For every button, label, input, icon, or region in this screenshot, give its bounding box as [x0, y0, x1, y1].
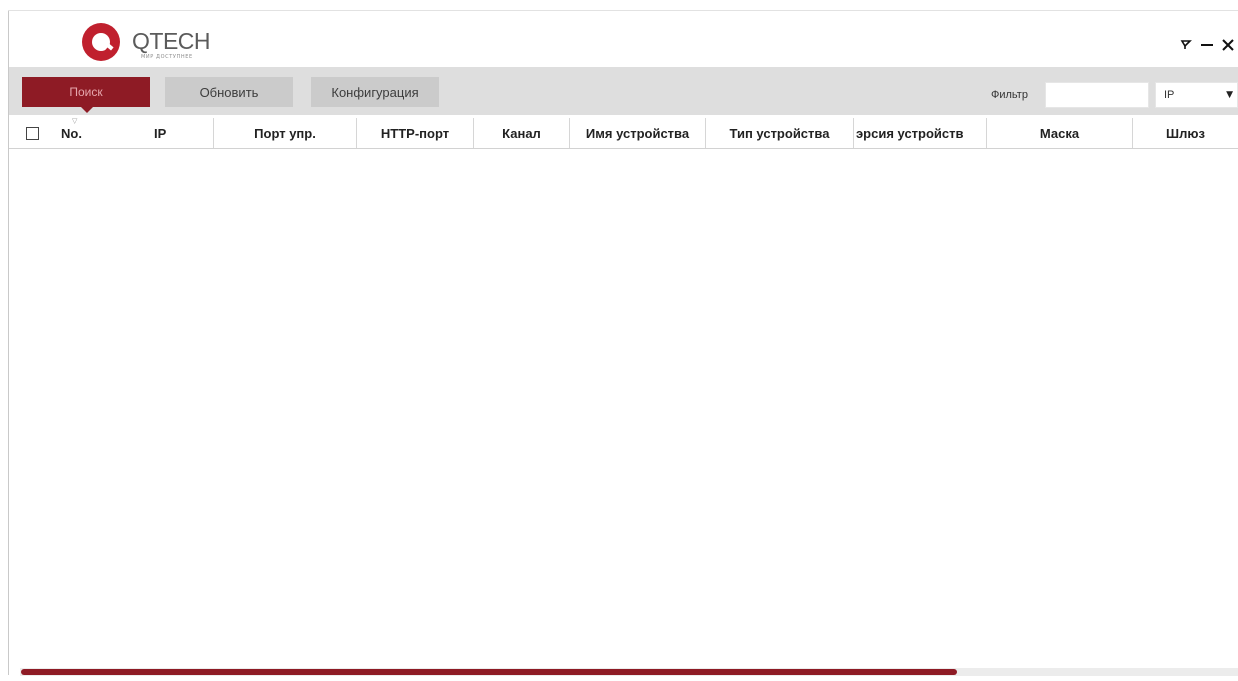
title-bar[interactable]: QTECH МИР ДОСТУПНЕЕ	[9, 11, 1238, 67]
search-button[interactable]: Поиск	[22, 77, 150, 107]
horizontal-scrollbar-thumb[interactable]	[21, 669, 957, 675]
filter-type-select[interactable]: IP ▼	[1155, 82, 1238, 108]
device-table-body	[9, 149, 1238, 663]
pin-icon	[1180, 40, 1192, 49]
column-header-label: No.	[61, 125, 82, 141]
filter-label: Фильтр	[991, 89, 1028, 101]
logo-tagline: МИР ДОСТУПНЕЕ	[141, 54, 193, 60]
column-header-device-version[interactable]: эрсия устройств	[854, 118, 987, 148]
column-header-label: HTTP-порт	[380, 125, 450, 141]
search-button-label: Поиск	[69, 85, 103, 99]
refresh-button[interactable]: Обновить	[165, 77, 293, 107]
window-controls	[1175, 31, 1238, 57]
column-header-no[interactable]: No.	[57, 118, 137, 148]
filter-input[interactable]	[1045, 82, 1149, 108]
pin-button[interactable]	[1176, 32, 1196, 56]
device-table-header: ▽ No. IP Порт упр. HTTP-порт Канал Имя у…	[9, 117, 1238, 149]
column-header-http-port[interactable]: HTTP-порт	[357, 118, 474, 148]
column-header-mgmt-port[interactable]: Порт упр.	[214, 118, 357, 148]
column-header-label: эрсия устройств	[856, 125, 964, 141]
config-button[interactable]: Конфигурация	[311, 77, 439, 107]
column-header-label: Тип устройства	[729, 125, 830, 141]
column-header-device-type[interactable]: Тип устройства	[706, 118, 854, 148]
column-header-ip[interactable]: IP	[137, 118, 214, 148]
column-header-label: Шлюз	[1166, 125, 1205, 141]
config-button-label: Конфигурация	[331, 84, 419, 100]
app-window: QTECH МИР ДОСТУПНЕЕ Поиск Обновить Конфи…	[0, 0, 1238, 681]
chevron-down-icon: ▼	[1226, 90, 1233, 100]
column-header-label: Маска	[1039, 125, 1080, 141]
column-header-label: Порт упр.	[254, 125, 316, 141]
qtech-logo-mark-icon	[82, 23, 120, 61]
column-header-label: IP	[154, 125, 167, 141]
close-button[interactable]	[1218, 32, 1238, 56]
column-header-device-name[interactable]: Имя устройства	[570, 118, 706, 148]
select-all-checkbox[interactable]	[26, 127, 39, 140]
column-header-label: Канал	[502, 125, 541, 141]
close-icon	[1222, 39, 1234, 51]
logo-text: QTECH	[132, 28, 211, 54]
refresh-button-label: Обновить	[199, 84, 259, 100]
qtech-logo: QTECH МИР ДОСТУПНЕЕ	[81, 22, 241, 64]
column-header-gateway[interactable]: Шлюз	[1133, 118, 1238, 148]
minimize-icon	[1201, 44, 1213, 46]
filter-type-value: IP	[1164, 89, 1175, 101]
toolbar: Поиск Обновить Конфигурация Фильтр IP ▼	[9, 67, 1238, 115]
column-header-mask[interactable]: Маска	[987, 118, 1133, 148]
column-header-label: Имя устройства	[585, 125, 690, 141]
active-tab-pointer-icon	[81, 107, 93, 113]
column-header-channel[interactable]: Канал	[474, 118, 570, 148]
minimize-button[interactable]	[1197, 32, 1217, 56]
horizontal-scrollbar[interactable]	[20, 668, 1238, 676]
